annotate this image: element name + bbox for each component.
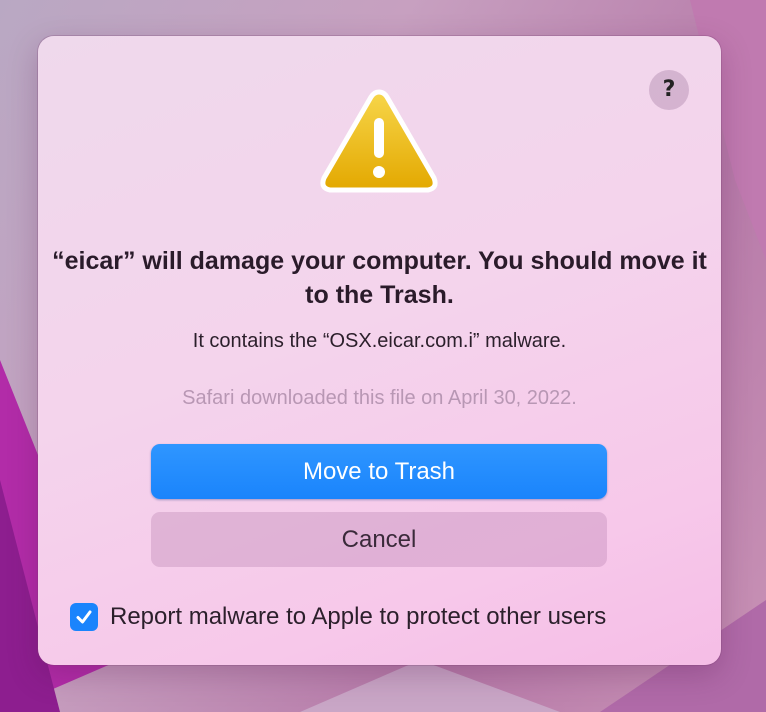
report-malware-option[interactable]: Report malware to Apple to protect other… [70, 602, 606, 632]
move-to-trash-button[interactable]: Move to Trash [151, 444, 607, 499]
cancel-button[interactable]: Cancel [151, 512, 607, 567]
warning-triangle-icon [320, 89, 438, 193]
download-info: Safari downloaded this file on April 30,… [182, 387, 577, 409]
report-malware-checkbox[interactable] [70, 603, 98, 631]
report-malware-label: Report malware to Apple to protect other… [110, 603, 607, 630]
help-button[interactable]: ? [649, 70, 689, 110]
malware-alert-dialog: ? “eicar” will damage your computer. You… [38, 36, 721, 665]
alert-title: “eicar” will damage your computer. You s… [52, 247, 707, 309]
checkmark-icon [76, 610, 92, 624]
alert-subtitle: It contains the “OSX.eicar.com.i” malwar… [192, 330, 567, 352]
